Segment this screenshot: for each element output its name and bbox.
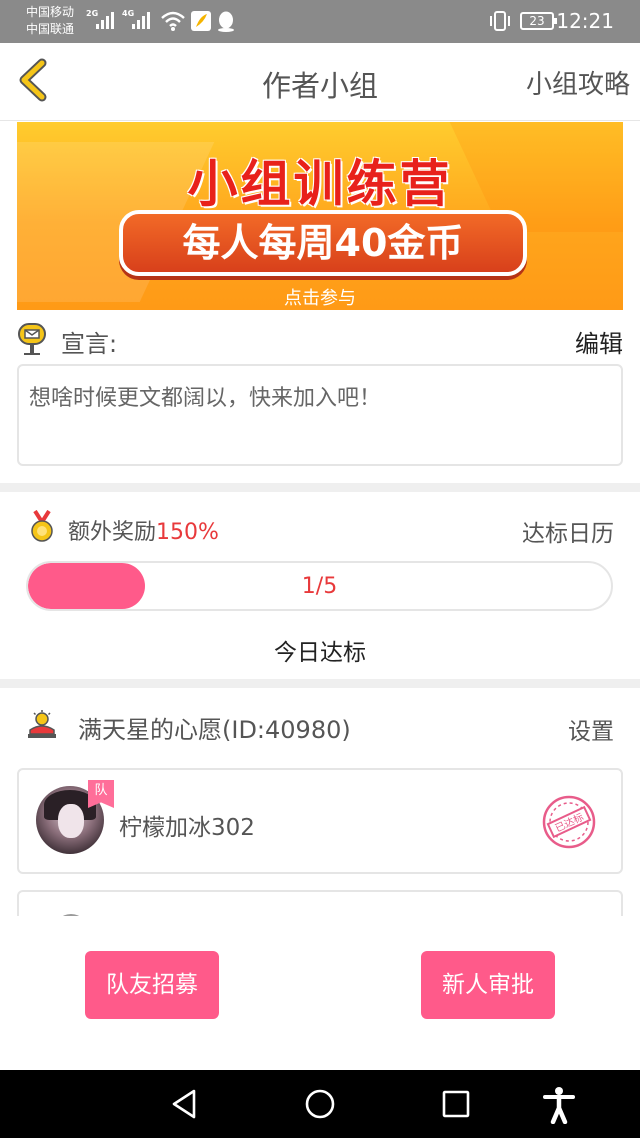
divider [0, 679, 640, 688]
home-icon[interactable] [304, 1088, 336, 1120]
wifi-icon [161, 11, 185, 31]
carrier-2: 中国联通 [26, 22, 75, 36]
achieved-stamp-icon: 已达标 [542, 795, 596, 849]
declaration-text: 想啥时候更文都阔以，快来加入吧！ [17, 364, 623, 466]
system-nav-bar [0, 1070, 640, 1138]
declaration-header: 宣言: 编辑 [17, 322, 623, 359]
calendar-link[interactable]: 达标日历 [522, 514, 614, 548]
group-guide-link[interactable]: 小组攻略 [526, 64, 630, 101]
settings-link[interactable]: 设置 [568, 712, 614, 746]
wish-title: 满天星的心愿(ID:40980) [78, 716, 351, 744]
training-camp-banner[interactable]: 小组训练营 每人每周40金币 点击参与 [17, 122, 623, 310]
member-card[interactable]: 队 柠檬加冰302 已达标 [17, 768, 623, 874]
today-status: 今日达标 [274, 640, 366, 666]
divider [0, 483, 640, 492]
bonus-label-text: 额外奖励 [68, 520, 157, 545]
battery-level: 23 [529, 14, 545, 28]
banner-reward: 每人每周40金币 [119, 210, 527, 276]
carrier-info: 中国移动 中国联通 [26, 4, 74, 38]
progress-bar: 1/5 [26, 561, 613, 611]
member-name: 柠檬加冰302 [119, 815, 255, 841]
accessibility-icon[interactable] [542, 1086, 576, 1124]
banner-cta: 点击参与 [284, 288, 356, 309]
app-header: 作者小组 小组攻略 [0, 43, 640, 121]
declaration-label: 宣言: [61, 330, 118, 358]
medal-icon [31, 510, 53, 542]
status-bar: 中国移动 中国联通 2G 4G 23 12:21 [0, 0, 640, 43]
recruit-teammates-button[interactable]: 队友招募 [85, 951, 219, 1019]
bonus-label: 额外奖励150% [68, 514, 219, 546]
app-notification-icon [191, 11, 211, 31]
battery-icon: 23 [520, 12, 557, 30]
clock: 12:21 [556, 9, 614, 33]
progress-text: 1/5 [301, 574, 338, 599]
approve-newcomers-button[interactable]: 新人审批 [421, 951, 555, 1019]
bonus-percent: 150% [156, 520, 219, 545]
qq-icon [218, 11, 234, 32]
mailbox-icon [18, 323, 46, 355]
declaration-edit-button[interactable]: 编辑 [575, 324, 623, 359]
vibrate-icon [490, 11, 510, 31]
back-icon[interactable] [170, 1088, 198, 1120]
banner-headline: 小组训练营 [187, 155, 453, 213]
wish-icon [28, 710, 56, 738]
recent-apps-icon[interactable] [441, 1088, 471, 1120]
carrier-1: 中国移动 [26, 5, 75, 19]
team-badge: 队 [88, 780, 114, 808]
